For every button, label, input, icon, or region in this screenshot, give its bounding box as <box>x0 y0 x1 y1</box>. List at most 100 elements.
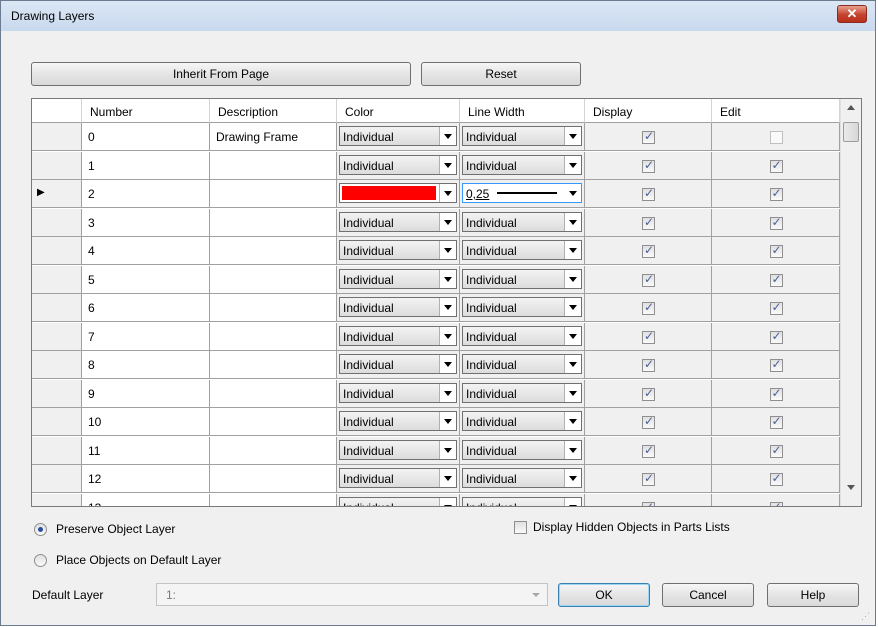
table-row[interactable]: ▶ 2 0,25 <box>32 180 840 208</box>
line-width-dropdown[interactable]: Individual <box>462 240 582 260</box>
color-dropdown[interactable]: Individual <box>339 411 457 431</box>
dropdown-arrow-icon[interactable] <box>564 155 581 174</box>
dropdown-arrow-icon[interactable] <box>564 269 581 288</box>
dropdown-arrow-icon[interactable] <box>439 469 456 487</box>
display-checkbox[interactable] <box>642 186 655 201</box>
column-header-edit[interactable]: Edit <box>712 99 840 123</box>
color-dropdown[interactable]: Individual <box>339 354 457 374</box>
description-cell[interactable] <box>210 322 337 351</box>
row-selector[interactable] <box>32 351 82 379</box>
display-checkbox[interactable] <box>642 158 655 173</box>
dropdown-arrow-icon[interactable] <box>439 298 456 316</box>
edit-checkbox[interactable] <box>769 272 783 287</box>
line-width-dropdown[interactable]: Individual <box>462 268 582 289</box>
dropdown-arrow-icon[interactable] <box>439 127 456 145</box>
row-selector[interactable] <box>32 123 82 151</box>
number-cell[interactable]: 3 <box>82 208 210 237</box>
line-width-dropdown[interactable]: Individual <box>462 126 582 146</box>
number-cell[interactable]: 11 <box>82 436 210 465</box>
vertical-scrollbar[interactable] <box>840 99 861 506</box>
display-checkbox[interactable] <box>642 386 655 401</box>
color-dropdown[interactable]: Individual <box>339 325 457 346</box>
dropdown-arrow-icon[interactable] <box>439 326 456 345</box>
column-header-color[interactable]: Color <box>337 99 460 123</box>
dropdown-arrow-icon[interactable] <box>439 355 456 373</box>
row-selector[interactable] <box>32 294 82 322</box>
line-width-dropdown[interactable]: Individual <box>462 154 582 175</box>
color-dropdown[interactable]: Individual <box>339 382 457 403</box>
number-cell[interactable]: 2 <box>82 180 210 208</box>
row-selector[interactable]: ▶ <box>32 180 82 208</box>
inherit-from-page-button[interactable]: Inherit From Page <box>31 62 411 86</box>
place-default-layer-label[interactable]: Place Objects on Default Layer <box>56 553 221 567</box>
edit-checkbox[interactable] <box>769 471 783 486</box>
ok-button[interactable]: OK <box>558 583 650 607</box>
dropdown-arrow-icon[interactable] <box>564 241 581 259</box>
default-layer-select[interactable]: 1: <box>156 583 548 606</box>
dropdown-arrow-icon[interactable] <box>565 184 581 202</box>
dropdown-arrow-icon[interactable] <box>564 355 581 373</box>
description-cell[interactable] <box>210 208 337 237</box>
reset-button[interactable]: Reset <box>421 62 581 86</box>
display-checkbox[interactable] <box>642 357 655 372</box>
display-hidden-objects-checkbox[interactable] <box>514 521 527 534</box>
number-cell[interactable]: 7 <box>82 322 210 351</box>
description-cell[interactable] <box>210 265 337 294</box>
table-row[interactable]: 10 Individual Individual <box>32 408 840 436</box>
line-width-dropdown[interactable]: Individual <box>462 354 582 374</box>
row-selector[interactable] <box>32 322 82 351</box>
cancel-button[interactable]: Cancel <box>662 583 754 607</box>
edit-checkbox[interactable] <box>769 500 783 506</box>
row-selector[interactable] <box>32 151 82 180</box>
edit-checkbox[interactable] <box>769 357 783 372</box>
description-cell[interactable] <box>210 379 337 408</box>
number-cell[interactable]: 4 <box>82 237 210 265</box>
dropdown-arrow-icon[interactable] <box>564 383 581 402</box>
dropdown-arrow-icon[interactable] <box>439 497 456 506</box>
dropdown-arrow-icon[interactable] <box>564 127 581 145</box>
row-selector[interactable] <box>32 208 82 237</box>
display-checkbox[interactable] <box>642 329 655 344</box>
row-selector[interactable] <box>32 408 82 436</box>
table-row[interactable]: 12 Individual Individual <box>32 465 840 493</box>
description-cell[interactable] <box>210 465 337 493</box>
dropdown-arrow-icon[interactable] <box>564 212 581 231</box>
scroll-thumb[interactable] <box>843 122 859 142</box>
display-checkbox[interactable] <box>642 300 655 315</box>
display-hidden-objects-label[interactable]: Display Hidden Objects in Parts Lists <box>533 520 730 534</box>
line-width-dropdown[interactable]: Individual <box>462 439 582 460</box>
dropdown-arrow-icon[interactable] <box>439 412 456 430</box>
description-cell[interactable] <box>210 351 337 379</box>
line-width-dropdown[interactable]: Individual <box>462 411 582 431</box>
description-cell[interactable] <box>210 408 337 436</box>
dropdown-arrow-icon[interactable] <box>439 241 456 259</box>
color-dropdown[interactable]: Individual <box>339 439 457 460</box>
edit-checkbox[interactable] <box>769 386 783 401</box>
display-checkbox[interactable] <box>642 129 655 144</box>
display-checkbox[interactable] <box>642 471 655 486</box>
close-button[interactable]: ✕ <box>837 5 867 23</box>
edit-checkbox[interactable] <box>769 329 783 344</box>
edit-checkbox[interactable] <box>769 215 783 230</box>
line-width-dropdown[interactable]: Individual <box>462 382 582 403</box>
edit-checkbox[interactable] <box>769 414 783 429</box>
dropdown-arrow-icon[interactable] <box>439 155 456 174</box>
dropdown-arrow-icon[interactable] <box>439 269 456 288</box>
row-selector[interactable] <box>32 465 82 493</box>
table-row[interactable]: 6 Individual Individual <box>32 294 840 322</box>
edit-checkbox[interactable] <box>769 186 783 201</box>
edit-checkbox[interactable] <box>769 158 783 173</box>
line-width-dropdown[interactable]: Individual <box>462 297 582 317</box>
row-selector[interactable] <box>32 265 82 294</box>
description-cell[interactable] <box>210 493 337 506</box>
description-cell[interactable] <box>210 151 337 180</box>
display-checkbox[interactable] <box>642 272 655 287</box>
table-row[interactable]: 4 Individual Individual <box>32 237 840 265</box>
preserve-object-layer-label[interactable]: Preserve Object Layer <box>56 522 175 536</box>
color-dropdown[interactable]: Individual <box>339 297 457 317</box>
color-dropdown[interactable] <box>339 183 457 203</box>
dropdown-arrow-icon[interactable] <box>564 497 581 506</box>
number-cell[interactable]: 12 <box>82 465 210 493</box>
dropdown-arrow-icon[interactable] <box>564 440 581 459</box>
table-row[interactable]: 1 Individual Individual <box>32 151 840 180</box>
